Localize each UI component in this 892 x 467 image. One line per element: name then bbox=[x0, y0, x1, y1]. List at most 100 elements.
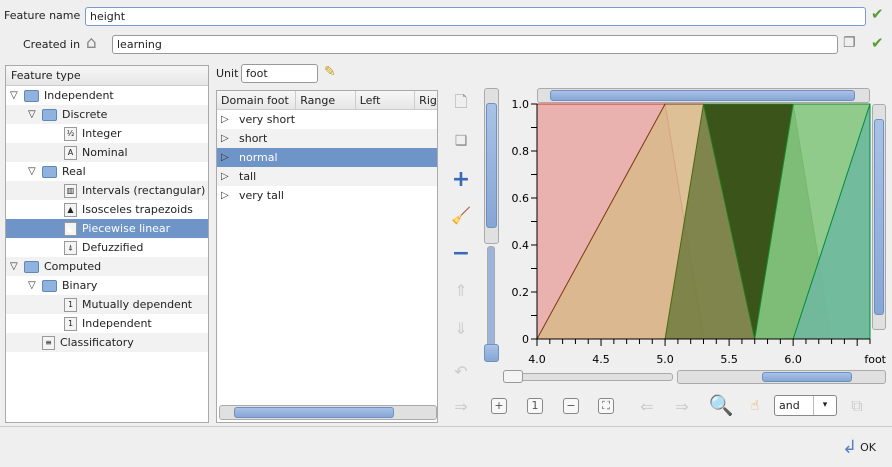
tree-header[interactable]: Feature type bbox=[6, 66, 208, 86]
redo-icon[interactable]: ⇒ bbox=[450, 395, 472, 417]
y-tick-label: 0.8 bbox=[512, 145, 530, 158]
tree-item[interactable]: ½ Integer bbox=[6, 124, 208, 143]
new-term-icon[interactable]: 🗋 bbox=[450, 92, 472, 115]
column-left[interactable]: Left bbox=[356, 91, 416, 109]
divider bbox=[0, 426, 892, 427]
combine-value: and bbox=[775, 396, 814, 415]
unit-input[interactable]: foot bbox=[241, 64, 318, 83]
chart-hscrollbar[interactable] bbox=[677, 370, 886, 384]
tree-item[interactable]: ▲ Isosceles trapezoids bbox=[6, 200, 208, 219]
term-row[interactable]: ▷ tall bbox=[217, 167, 437, 186]
y-zoom-handle[interactable] bbox=[484, 344, 499, 362]
y-zoom-scrollbar[interactable] bbox=[484, 88, 499, 244]
tree-item-label: Nominal bbox=[82, 146, 128, 159]
zoom-reset-icon[interactable]: 1 bbox=[527, 398, 543, 414]
tree-item-label: Independent bbox=[44, 89, 114, 102]
add-icon[interactable]: + bbox=[450, 167, 472, 192]
tree-item[interactable]: ▽ Computed bbox=[6, 257, 208, 276]
clear-icon[interactable]: 🧹 bbox=[450, 204, 472, 226]
x-axis-label: foot bbox=[864, 353, 886, 366]
column-right[interactable]: Rig bbox=[415, 91, 437, 109]
column-range[interactable]: Range bbox=[296, 91, 356, 109]
membership-chart[interactable]: 4.0 4.5 5.0 5.5 6.0 0 0.2 0.4 0.6 0.8 1.0 foot bbox=[500, 95, 892, 367]
expand-icon[interactable]: ▽ bbox=[28, 166, 42, 177]
term-row[interactable]: ▷ very short bbox=[217, 110, 437, 129]
tree-item-label: Isosceles trapezoids bbox=[82, 203, 193, 216]
y-tick-label: 0.4 bbox=[512, 239, 530, 252]
edit-icon[interactable]: ✎ bbox=[324, 64, 336, 80]
move-up-icon[interactable]: ⇑ bbox=[450, 279, 472, 301]
x-tick-label: 5.0 bbox=[656, 353, 674, 366]
feature-type-tree[interactable]: Feature type ▽ Independent ▽ Discrete ½ Integ… bbox=[5, 65, 209, 423]
term-label: short bbox=[239, 132, 268, 145]
tree-item-label: Intervals (rectangular) bbox=[82, 184, 206, 197]
zoom-in-icon[interactable]: + bbox=[491, 398, 507, 414]
expand-icon[interactable]: ▷ bbox=[221, 190, 239, 201]
tree-item[interactable]: ▥ Intervals (rectangular) bbox=[6, 181, 208, 200]
copy-icon[interactable]: ❐ bbox=[843, 35, 856, 51]
term-row[interactable]: ▷ very tall bbox=[217, 186, 437, 205]
tree-item[interactable]: ▽ Independent bbox=[6, 86, 208, 105]
back-icon[interactable]: ⇐ bbox=[636, 395, 658, 417]
ok-label: OK bbox=[860, 441, 876, 454]
tree-item[interactable]: 1 Independent bbox=[6, 314, 208, 333]
feature-name-label: Feature name bbox=[4, 9, 81, 22]
y-tick-label: 0.2 bbox=[512, 286, 530, 299]
feature-type-icon: ◣ bbox=[64, 221, 77, 236]
zoom-fit-icon[interactable]: ⛶ bbox=[598, 398, 614, 414]
tree-item-label: Mutually dependent bbox=[82, 298, 193, 311]
expand-icon[interactable]: ▽ bbox=[10, 90, 24, 101]
tree-item-label: Classificatory bbox=[60, 336, 134, 349]
tree-item[interactable]: ◣ Piecewise linear bbox=[6, 219, 208, 238]
table-hscrollbar[interactable] bbox=[219, 405, 437, 420]
move-down-icon[interactable]: ⇓ bbox=[450, 317, 472, 339]
expand-icon[interactable]: ▷ bbox=[221, 171, 239, 182]
home-icon[interactable]: ⌂ bbox=[86, 33, 97, 53]
column-domain[interactable]: Domain foot bbox=[217, 91, 297, 109]
term-label: normal bbox=[239, 151, 278, 164]
tree-item[interactable]: 1 Mutually dependent bbox=[6, 295, 208, 314]
feature-type-icon: ≡ bbox=[42, 335, 55, 350]
tree-item[interactable]: ≡ Classificatory bbox=[6, 333, 208, 352]
feature-name-input[interactable]: height bbox=[85, 7, 866, 26]
tree-item[interactable]: ▽ Real bbox=[6, 162, 208, 181]
tree-item-label: Piecewise linear bbox=[82, 222, 171, 235]
term-row[interactable]: ▷ short bbox=[217, 129, 437, 148]
network-icon[interactable]: ⧉ bbox=[846, 395, 868, 417]
chevron-down-icon: ▾ bbox=[822, 400, 828, 410]
term-row[interactable]: ▷ normal bbox=[217, 148, 437, 167]
expand-icon[interactable]: ▷ bbox=[221, 152, 239, 163]
feature-type-icon: ▲ bbox=[64, 202, 77, 217]
created-in-input[interactable]: learning bbox=[112, 35, 838, 54]
tree-item[interactable]: ▽ Binary bbox=[6, 276, 208, 295]
expand-icon[interactable]: ▽ bbox=[28, 109, 42, 120]
duplicate-icon[interactable]: ❏ bbox=[450, 130, 472, 152]
combine-select[interactable]: and ▾ bbox=[774, 395, 837, 416]
confirm-created-icon[interactable]: ✔ bbox=[871, 34, 884, 52]
created-in-label: Created in bbox=[23, 38, 81, 51]
tree-item[interactable]: ▽ Discrete bbox=[6, 105, 208, 124]
tree-item[interactable]: A Nominal bbox=[6, 143, 208, 162]
tree-item[interactable]: ⍋ Defuzzified bbox=[6, 238, 208, 257]
search-icon[interactable]: 🔍 bbox=[709, 393, 734, 417]
ok-arrow-icon: ↲ bbox=[842, 437, 858, 458]
zoom-out-icon[interactable]: − bbox=[563, 398, 579, 414]
x-zoom-handle[interactable] bbox=[503, 370, 523, 383]
forward-icon[interactable]: ⇒ bbox=[671, 395, 693, 417]
x-zoom-slider[interactable] bbox=[503, 373, 673, 381]
expand-icon[interactable]: ▷ bbox=[221, 133, 239, 144]
pointer-icon[interactable]: ☝ bbox=[744, 395, 766, 417]
x-tick-label: 5.5 bbox=[720, 353, 738, 366]
expand-icon[interactable]: ▷ bbox=[221, 114, 239, 125]
folder-icon bbox=[42, 108, 57, 121]
expand-icon[interactable]: ▽ bbox=[28, 280, 42, 291]
tree-item-label: Integer bbox=[82, 127, 122, 140]
expand-icon[interactable]: ▽ bbox=[10, 261, 24, 272]
folder-icon bbox=[42, 165, 57, 178]
undo-icon[interactable]: ↶ bbox=[450, 360, 472, 382]
confirm-name-icon[interactable]: ✔ bbox=[871, 5, 884, 23]
remove-icon[interactable]: − bbox=[450, 241, 472, 266]
terms-table[interactable]: Domain foot Range Left Rig ▷ very short ▷ s… bbox=[216, 90, 438, 423]
tree-item-label: Computed bbox=[44, 260, 102, 273]
ok-button[interactable]: ↲ OK bbox=[842, 437, 876, 458]
